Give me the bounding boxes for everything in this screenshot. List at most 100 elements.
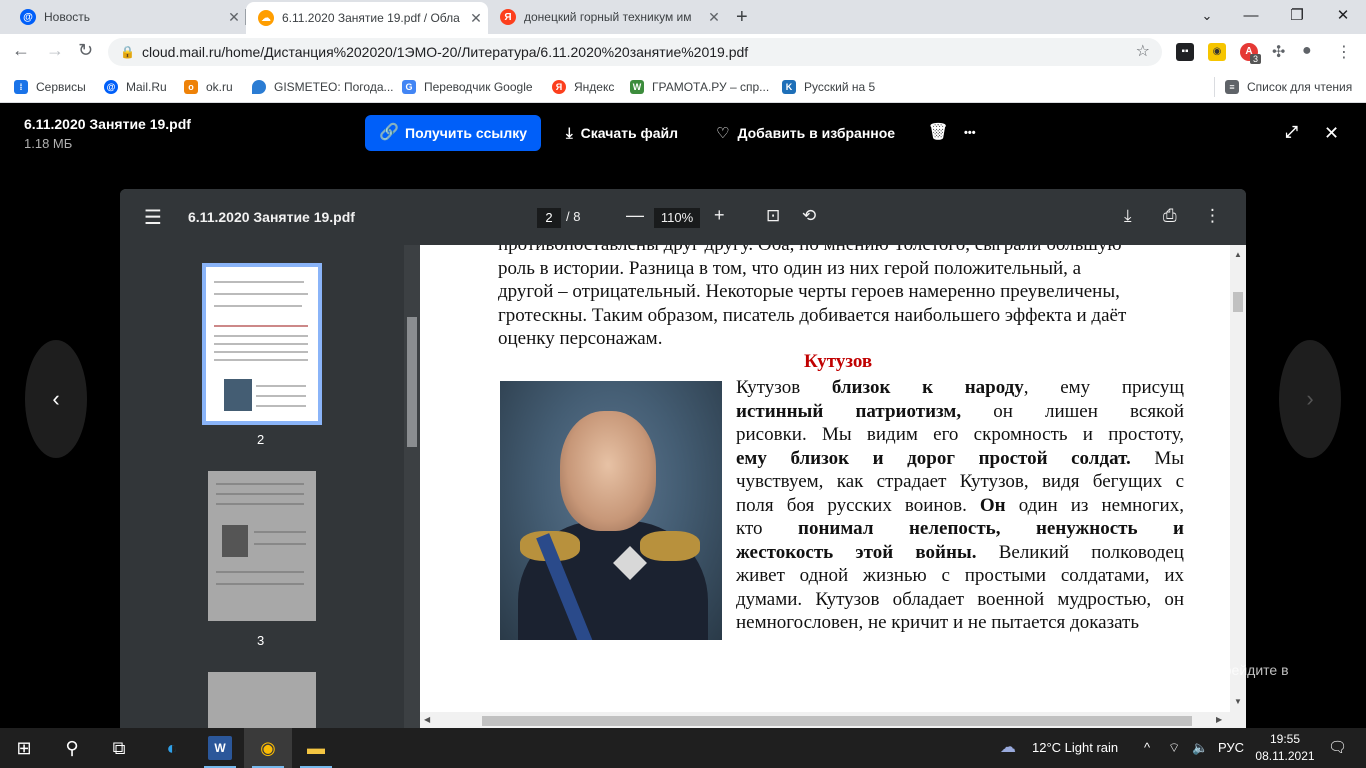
bold-text: ему близок и дорог простой солдат. bbox=[736, 447, 1131, 469]
pdf-more-icon[interactable]: ⋮ bbox=[1204, 206, 1221, 226]
minimize-icon[interactable]: — bbox=[1228, 0, 1274, 34]
more-icon[interactable]: ••• bbox=[964, 115, 976, 151]
plain-text: думами. Кутузов обладает военной мудрост… bbox=[736, 588, 1184, 610]
plain-text: немногословен, не кричит и не пытается д… bbox=[736, 612, 1140, 633]
weather-text[interactable]: 12°C Light rain bbox=[1032, 740, 1118, 755]
forward-icon[interactable]: → bbox=[46, 40, 64, 61]
zoom-out-icon[interactable]: — bbox=[626, 205, 644, 226]
extension-icon[interactable]: ◉ bbox=[1208, 43, 1226, 61]
reading-list-label: Список для чтения bbox=[1247, 80, 1353, 94]
intro-paragraph: противопоставлены друг другу. Оба, по мн… bbox=[498, 245, 1182, 351]
bookmark-russian5[interactable]: K Русский на 5 bbox=[782, 77, 875, 97]
search-icon[interactable]: ⚲ bbox=[60, 736, 84, 760]
weather-cloud-icon[interactable]: ☁ bbox=[1000, 737, 1016, 757]
bookmarks-bar: ⁞ Сервисы @ Mail.Ru o ok.ru GISMETEO: Погод… bbox=[0, 71, 1366, 103]
russian5-icon: K bbox=[782, 80, 796, 94]
section-heading: Кутузов bbox=[804, 351, 873, 372]
back-icon[interactable]: ← bbox=[12, 40, 30, 61]
cloud-favicon-icon: ☁ bbox=[258, 10, 274, 26]
bookmark-gramota[interactable]: W ГРАМОТА.РУ – спр... bbox=[630, 77, 769, 97]
bookmark-label: Русский на 5 bbox=[804, 80, 876, 94]
sidebar-menu-icon[interactable]: ☰ bbox=[144, 205, 162, 230]
word-app[interactable]: W bbox=[196, 728, 244, 768]
clock-time: 19:55 bbox=[1269, 732, 1301, 746]
bookmark-label: Переводчик Google bbox=[424, 80, 533, 94]
chrome-icon: ◉ bbox=[260, 738, 276, 758]
lock-icon[interactable]: 🔒 bbox=[120, 38, 135, 66]
horizontal-scrollbar[interactable]: ◀ ▶ bbox=[420, 712, 1230, 728]
task-view-icon[interactable]: ⧉ bbox=[107, 736, 131, 760]
page-number-input[interactable]: 2 bbox=[537, 208, 561, 228]
plain-text: Великий полководец bbox=[976, 541, 1184, 563]
tab-yandex[interactable]: Я донецкий горный техникум им ✕ bbox=[488, 0, 726, 34]
zoom-input[interactable]: 110% bbox=[654, 208, 700, 228]
bookmark-translate[interactable]: G Переводчик Google bbox=[402, 77, 533, 97]
download-button[interactable]: ⤓ Скачать файл bbox=[566, 115, 678, 151]
bookmark-yandex[interactable]: Я Яндекс bbox=[552, 77, 614, 97]
bookmark-ok[interactable]: o ok.ru bbox=[184, 77, 233, 97]
tab-news[interactable]: @ Новость ✕ bbox=[8, 0, 246, 34]
notifications-icon[interactable]: 🗨 bbox=[1328, 738, 1347, 756]
network-icon[interactable]: ⌔ bbox=[1168, 740, 1180, 756]
pdf-title: 6.11.2020 Занятие 19.pdf bbox=[188, 209, 355, 225]
tray-chevron-icon[interactable]: ^ bbox=[1144, 740, 1150, 755]
tab-search-icon[interactable]: ⌄ bbox=[1184, 0, 1230, 34]
next-file-icon[interactable]: › bbox=[1279, 340, 1341, 458]
close-tab-icon[interactable]: ✕ bbox=[222, 9, 246, 26]
close-window-icon[interactable]: ✕ bbox=[1320, 0, 1366, 34]
tab-pdf[interactable]: ☁ 6.11.2020 Занятие 19.pdf / Обла ✕ bbox=[246, 2, 488, 34]
rotate-icon[interactable]: ⟲ bbox=[802, 206, 816, 226]
bold-text: жестокость этой войны. bbox=[736, 541, 977, 563]
thumbnail-scrollbar[interactable] bbox=[404, 245, 420, 728]
page-thumbnail-4[interactable] bbox=[208, 672, 316, 728]
chrome-menu-icon[interactable]: ⋮ bbox=[1336, 42, 1352, 62]
fit-page-icon[interactable]: ⊡ bbox=[766, 206, 780, 226]
profile-icon[interactable]: ● bbox=[1302, 42, 1312, 60]
thumbnail-label: 2 bbox=[257, 432, 265, 447]
bookmark-star-icon[interactable]: ☆ bbox=[1136, 38, 1150, 66]
plain-text: кто bbox=[736, 518, 799, 539]
kutuzov-paragraph: Кутузов близок к народу, ему присущ истин… bbox=[736, 376, 1184, 635]
volume-icon[interactable]: 🔈 bbox=[1192, 740, 1208, 756]
add-favorite-button[interactable]: ♡ Добавить в избранное bbox=[716, 115, 895, 151]
extension-icon[interactable]: ▪▪ bbox=[1176, 43, 1194, 61]
fullscreen-icon[interactable]: ⤢ bbox=[1285, 115, 1298, 151]
reload-icon[interactable]: ↻ bbox=[78, 40, 93, 61]
text-line: живет одной жизнью с простыми солдатами,… bbox=[736, 564, 1184, 588]
heart-icon: ♡ bbox=[716, 125, 730, 142]
zoom-in-icon[interactable]: + bbox=[714, 205, 725, 226]
text-line: думами. Кутузов обладает военной мудрост… bbox=[736, 588, 1184, 612]
previous-file-icon[interactable]: ‹ bbox=[25, 340, 87, 458]
clock[interactable]: 19:55 08.11.2021 bbox=[1250, 731, 1320, 765]
windows-activation-watermark: Активация Windows Чтобы активировать Win… bbox=[1007, 633, 1317, 703]
bold-text: истинный патриотизм, bbox=[736, 400, 962, 422]
tab-title: 6.11.2020 Занятие 19.pdf / Обла bbox=[282, 11, 460, 25]
pdf-download-icon[interactable]: ⤓ bbox=[1124, 206, 1132, 226]
close-tab-icon[interactable]: ✕ bbox=[464, 10, 488, 27]
get-link-button[interactable]: 🔗 Получить ссылку bbox=[365, 115, 541, 151]
edge-app[interactable]: ◐ bbox=[148, 728, 196, 768]
chrome-app[interactable]: ◉ bbox=[244, 728, 292, 768]
close-viewer-icon[interactable]: ✕ bbox=[1324, 115, 1339, 151]
windows-start-icon[interactable]: ⊞ bbox=[12, 736, 36, 760]
reading-list[interactable]: ≡ Список для чтения bbox=[1214, 77, 1352, 97]
plain-text: Кутузов bbox=[736, 377, 832, 398]
explorer-app[interactable]: ▬ bbox=[292, 728, 340, 768]
address-bar[interactable]: 🔒 cloud.mail.ru/home/Дистанция%202020/1Э… bbox=[108, 38, 1162, 66]
close-tab-icon[interactable]: ✕ bbox=[702, 9, 726, 26]
print-icon[interactable]: ⎙ bbox=[1163, 206, 1177, 226]
page-thumbnail-2[interactable] bbox=[202, 263, 322, 425]
bookmark-gismeteo[interactable]: GISMETEO: Погода... bbox=[252, 77, 394, 97]
new-tab-icon[interactable]: + bbox=[736, 6, 748, 29]
plain-text: чувствуем, как страдает Кутузов, видя бе… bbox=[736, 471, 1184, 492]
url-text[interactable]: cloud.mail.ru/home/Дистанция%202020/1ЭМО… bbox=[142, 44, 748, 60]
restore-icon[interactable]: ❐ bbox=[1274, 0, 1320, 34]
windows-taskbar: ⊞ ⚲ ⧉ ◐ W ◉ ▬ ☁ 12°C Light rain ^ ⌔ 🔈 РУ… bbox=[0, 728, 1366, 768]
puzzle-extensions-icon[interactable]: ✣ bbox=[1272, 42, 1285, 62]
page-thumbnail-3[interactable] bbox=[208, 471, 316, 621]
language-indicator[interactable]: РУС bbox=[1218, 740, 1244, 755]
bookmark-services[interactable]: ⁞ Сервисы bbox=[14, 77, 86, 97]
plain-text: рисовки. Мы видим его скромность и прост… bbox=[736, 424, 1184, 445]
trash-icon[interactable]: 🗑 bbox=[928, 115, 948, 151]
bookmark-mailru[interactable]: @ Mail.Ru bbox=[104, 77, 167, 97]
